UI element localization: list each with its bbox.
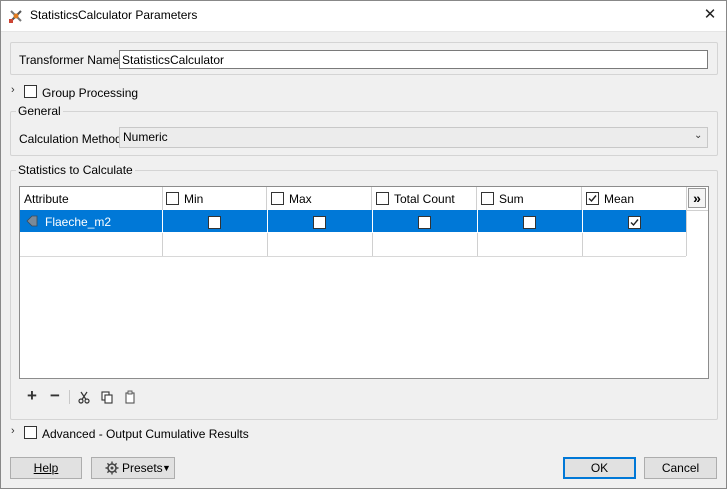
column-divider	[162, 210, 163, 232]
column-header-sum: Sum	[477, 187, 582, 210]
column-divider	[477, 233, 478, 256]
toolbar-divider	[69, 390, 70, 404]
copy-icon[interactable]	[101, 391, 113, 404]
column-label-mean: Mean	[604, 192, 635, 206]
calculation-method-value: Numeric	[123, 130, 168, 144]
attribute-icon	[26, 215, 38, 227]
statistics-calculator-app-icon	[9, 10, 22, 23]
advanced-checkbox[interactable]	[24, 426, 37, 439]
help-button[interactable]: Help	[10, 457, 82, 479]
help-button-label: Help	[33, 461, 59, 475]
column-label-min: Min	[184, 192, 204, 206]
row-sum-checkbox[interactable]	[523, 216, 536, 229]
column-label-attribute: Attribute	[24, 192, 69, 206]
window-title: StatisticsCalculator Parameters	[30, 8, 198, 22]
column-divider	[267, 210, 268, 232]
add-row-button[interactable]: +	[25, 387, 39, 405]
column-divider	[162, 233, 163, 256]
table-row[interactable]	[20, 210, 686, 232]
column-divider	[477, 210, 478, 232]
column-header-mean: Mean	[582, 187, 687, 210]
column-divider	[372, 233, 373, 256]
column-header-total-count: Total Count	[372, 187, 477, 210]
group-processing-checkbox[interactable]	[24, 85, 37, 98]
transformer-name-field[interactable]: StatisticsCalculator	[119, 50, 708, 69]
general-section-title: General	[16, 104, 63, 118]
check-icon	[588, 195, 597, 203]
min-header-checkbox[interactable]	[166, 192, 179, 205]
max-header-checkbox[interactable]	[271, 192, 284, 205]
ok-button[interactable]: OK	[563, 457, 636, 479]
column-label-sum: Sum	[499, 192, 524, 206]
presets-button-label: Presets	[122, 461, 163, 475]
cancel-button[interactable]: Cancel	[644, 457, 717, 479]
check-icon	[630, 219, 639, 227]
close-icon[interactable]: ✕	[698, 4, 722, 26]
gear-icon	[105, 461, 119, 475]
table-row-empty[interactable]	[20, 233, 686, 257]
paste-icon[interactable]	[124, 390, 136, 404]
column-divider	[267, 233, 268, 256]
row-mean-checkbox[interactable]	[628, 216, 641, 229]
group-processing-label: Group Processing	[42, 86, 139, 100]
remove-row-button[interactable]: −	[48, 387, 62, 405]
more-columns-button[interactable]: »	[688, 188, 706, 208]
column-header-max: Max	[267, 187, 372, 210]
chevron-right-icon[interactable]: ›	[11, 425, 15, 437]
dropdown-arrow-icon: ▼	[162, 463, 171, 473]
transformer-name-label: Transformer Name:	[19, 53, 123, 67]
mean-header-checkbox[interactable]	[586, 192, 599, 205]
column-label-max: Max	[289, 192, 312, 206]
statistics-table: Attribute Min Max Total Count Sum Mean »…	[19, 186, 709, 379]
row-min-checkbox[interactable]	[208, 216, 221, 229]
statistics-section-title: Statistics to Calculate	[16, 163, 135, 177]
calculation-method-combo[interactable]: Numeric	[119, 127, 708, 148]
sum-header-checkbox[interactable]	[481, 192, 494, 205]
column-divider	[582, 233, 583, 256]
column-divider	[372, 210, 373, 232]
total-count-header-checkbox[interactable]	[376, 192, 389, 205]
chevron-down-icon[interactable]: ⌄	[694, 130, 702, 141]
column-header-attribute[interactable]: Attribute	[20, 187, 163, 210]
attribute-value[interactable]: Flaeche_m2	[45, 215, 111, 229]
column-header-min: Min	[162, 187, 267, 210]
chevron-right-icon[interactable]: ›	[11, 84, 15, 96]
advanced-label: Advanced - Output Cumulative Results	[42, 427, 249, 441]
row-max-checkbox[interactable]	[313, 216, 326, 229]
column-divider	[582, 210, 583, 232]
calculation-method-label: Calculation Method:	[19, 132, 126, 146]
cut-icon[interactable]	[78, 391, 90, 404]
column-divider	[686, 210, 687, 256]
column-label-total-count: Total Count	[394, 192, 455, 206]
row-total-count-checkbox[interactable]	[418, 216, 431, 229]
presets-button[interactable]: Presets ▼	[91, 457, 175, 479]
